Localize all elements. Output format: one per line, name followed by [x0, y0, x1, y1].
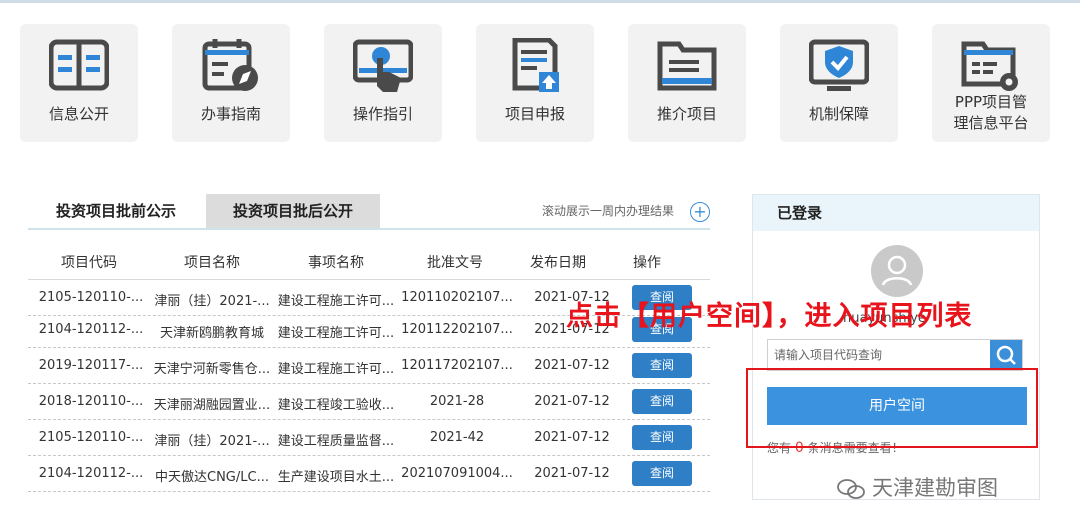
tile-service-guide[interactable]: 办事指南 — [172, 24, 290, 142]
tile-ppp-platform[interactable]: PPP项目管 理信息平台 — [932, 24, 1050, 142]
cell-name: 津丽（挂）2021-... — [154, 434, 270, 449]
login-panel: 已登录 huayunshiye 用户空间 您有 0 条消息需要查看！ — [752, 194, 1040, 500]
table-row: 2104-120112-... 中天傲达CNG/LC... 生产建设项目水土..… — [28, 456, 710, 492]
table-row: 2019-120117-... 天津宁河新零售仓... 建设工程施工许可... … — [28, 348, 710, 384]
cell-item: 建设工程施工许可... — [277, 294, 395, 309]
folder-list-icon — [657, 41, 717, 91]
search-button[interactable] — [990, 340, 1022, 370]
project-tabs: 投资项目批前公示 投资项目批后公开 滚动展示一周内办理结果 + — [28, 194, 710, 230]
tile-label: 办事指南 — [200, 105, 261, 123]
tile-label-line2: 理信息平台 — [953, 114, 1029, 132]
tile-operation-guide[interactable]: 操作指引 — [324, 24, 442, 142]
cell-approval: 120117202107... — [401, 358, 513, 373]
cell-approval: 120112202107... — [401, 322, 513, 337]
user-avatar-icon — [881, 255, 913, 286]
cell-name: 津丽（挂）2021-... — [154, 294, 270, 309]
cell-item: 建设工程竣工验收... — [277, 398, 395, 413]
quick-links: 信息公开 办事指南 操作指引 项目申报 推介项目 机制保障 PPP项目管 理信息… — [20, 24, 1060, 144]
cell-date: 2021-07-12 — [534, 430, 610, 445]
cell-approval: 2021-28 — [429, 394, 485, 409]
instruction-annotation: 点击【用户空间】，进入项目列表 — [566, 301, 973, 332]
cell-name: 中天傲达CNG/LC... — [155, 470, 269, 485]
shield-check-icon — [809, 39, 869, 91]
view-button[interactable]: 查阅 — [632, 389, 692, 414]
cell-approval: 120110202107... — [401, 290, 513, 305]
cell-name: 天津新鸥鹏教育城 — [159, 326, 264, 341]
cell-code: 2018-120110-... — [38, 394, 144, 409]
folder-gear-icon — [961, 41, 1018, 91]
login-status-title: 已登录 — [753, 195, 1039, 231]
top-border — [0, 0, 1080, 3]
cell-date: 2021-07-12 — [534, 394, 610, 409]
view-button[interactable]: 查阅 — [632, 461, 692, 486]
cell-name: 天津宁河新零售仓... — [153, 362, 271, 377]
tile-label: 推介项目 — [656, 105, 717, 123]
cell-code: 2105-120110-... — [38, 430, 144, 445]
view-button[interactable]: 查阅 — [632, 353, 692, 378]
cell-item: 建设工程施工许可... — [277, 362, 395, 377]
tile-project-declaration[interactable]: 项目申报 — [476, 24, 594, 142]
project-code-search-input[interactable] — [768, 340, 992, 370]
tile-promoted-projects[interactable]: 推介项目 — [628, 24, 746, 142]
touch-screen-icon — [353, 39, 413, 92]
table-row: 2105-120110-... 津丽（挂）2021-... 建设工程质量监督..… — [28, 420, 710, 456]
watermark-text: 天津建勘审图 — [872, 476, 998, 500]
highlight-box — [746, 368, 1038, 448]
cell-date: 2021-07-12 — [534, 466, 610, 481]
tile-info-disclosure[interactable]: 信息公开 — [20, 24, 138, 142]
cell-approval: 2021-42 — [429, 430, 485, 445]
roll-info-text: 滚动展示一周内办理结果 — [541, 204, 674, 218]
view-button[interactable]: 查阅 — [632, 425, 692, 450]
cell-code: 2104-120112-... — [38, 466, 144, 481]
cell-approval: 202107091004... — [401, 466, 513, 481]
col-publish-date: 发布日期 — [530, 255, 586, 271]
cell-item: 建设工程施工许可... — [277, 326, 395, 341]
table-row: 2018-120110-... 天津丽湖融园置业... 建设工程竣工验收... … — [28, 384, 710, 420]
calendar-compass-icon — [202, 39, 258, 91]
tile-label: 机制保障 — [808, 105, 869, 123]
table-header: 项目代码 项目名称 事项名称 批准文号 发布日期 操作 — [28, 246, 710, 280]
col-project-name: 项目名称 — [184, 255, 240, 271]
project-search — [767, 339, 1023, 371]
tab-post-approval[interactable]: 投资项目批后公开 — [206, 194, 380, 228]
tile-label: 信息公开 — [48, 105, 109, 123]
col-project-code: 项目代码 — [61, 255, 117, 271]
avatar — [871, 245, 923, 297]
search-icon — [996, 345, 1016, 365]
cell-date: 2021-07-12 — [534, 358, 610, 373]
cell-code: 2105-120110-... — [38, 290, 144, 305]
watermark: 天津建勘审图 — [836, 472, 998, 502]
col-approval-number: 批准文号 — [427, 255, 483, 271]
tile-label: 操作指引 — [352, 105, 413, 123]
col-item-name: 事项名称 — [308, 255, 364, 271]
cell-code: 2104-120112-... — [38, 322, 144, 337]
cell-name: 天津丽湖融园置业... — [153, 398, 271, 413]
col-operation: 操作 — [633, 255, 661, 271]
cell-code: 2019-120117-... — [38, 358, 144, 373]
open-book-icon — [49, 39, 109, 91]
tile-label-line1: PPP项目管 — [954, 93, 1028, 111]
more-plus-icon[interactable]: + — [690, 202, 710, 222]
document-upload-icon — [512, 38, 559, 92]
cell-item: 生产建设项目水土... — [277, 470, 395, 485]
wechat-icon — [837, 479, 865, 499]
tab-pre-approval[interactable]: 投资项目批前公示 — [28, 194, 204, 228]
cell-item: 建设工程质量监督... — [277, 434, 395, 449]
tile-mechanism-guarantee[interactable]: 机制保障 — [780, 24, 898, 142]
tile-label: PPP项目管 理信息平台 — [932, 92, 1050, 134]
tile-label: 项目申报 — [504, 105, 565, 123]
